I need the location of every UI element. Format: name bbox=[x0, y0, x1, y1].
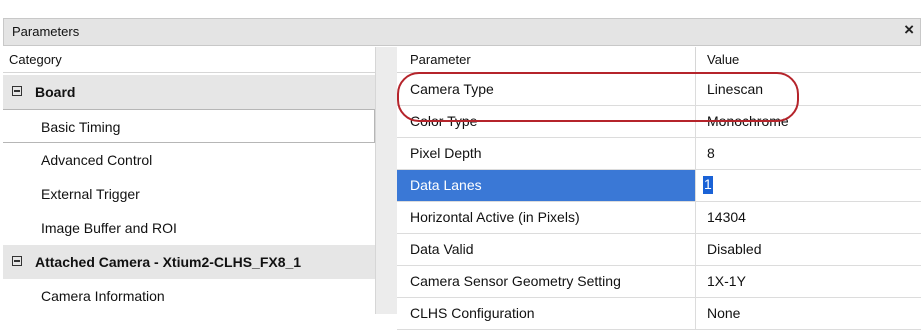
title-bar: Parameters × bbox=[3, 18, 921, 46]
value-column-header[interactable]: Value bbox=[707, 52, 739, 67]
column-divider bbox=[695, 170, 696, 202]
parameter-value[interactable]: Linescan bbox=[707, 81, 763, 97]
collapse-icon[interactable] bbox=[12, 256, 22, 266]
category-group-attached-camera[interactable]: Attached Camera - Xtium2-CLHS_FX8_1 bbox=[3, 245, 375, 279]
table-row[interactable]: CLHS Configuration None bbox=[397, 298, 921, 330]
category-label: Advanced Control bbox=[41, 152, 153, 168]
category-item-basic-timing[interactable]: Basic Timing bbox=[3, 109, 375, 143]
column-divider bbox=[695, 234, 696, 266]
value-edit-field[interactable]: 1 bbox=[703, 176, 713, 194]
column-divider bbox=[695, 138, 696, 170]
category-label: Camera Information bbox=[41, 288, 165, 304]
table-row[interactable]: Pixel Depth 8 bbox=[397, 138, 921, 170]
category-group-board[interactable]: Board bbox=[3, 75, 375, 109]
parameter-name: CLHS Configuration bbox=[410, 305, 535, 321]
category-item-external-trigger[interactable]: External Trigger bbox=[3, 177, 375, 211]
column-divider bbox=[695, 298, 696, 330]
category-item-image-buffer-roi[interactable]: Image Buffer and ROI bbox=[3, 211, 375, 245]
parameter-value[interactable]: Monochrome bbox=[707, 113, 789, 129]
collapse-icon[interactable] bbox=[12, 86, 22, 96]
category-label: External Trigger bbox=[41, 186, 140, 202]
category-item-camera-information[interactable]: Camera Information bbox=[3, 279, 375, 313]
parameter-table-header: Parameter Value bbox=[397, 47, 921, 73]
table-row[interactable]: Color Type Monochrome bbox=[397, 106, 921, 138]
parameter-name: Color Type bbox=[410, 113, 478, 129]
parameter-name: Camera Type bbox=[410, 81, 494, 97]
column-divider bbox=[695, 106, 696, 138]
parameter-value[interactable]: None bbox=[707, 305, 740, 321]
column-divider bbox=[695, 266, 696, 298]
table-row[interactable]: Camera Type Linescan bbox=[397, 74, 921, 106]
parameter-value[interactable]: Disabled bbox=[707, 241, 761, 257]
parameter-name: Data Valid bbox=[410, 241, 474, 257]
category-label: Board bbox=[35, 84, 76, 100]
table-row[interactable]: Data Valid Disabled bbox=[397, 234, 921, 266]
table-row[interactable]: Camera Sensor Geometry Setting 1X-1Y bbox=[397, 266, 921, 298]
column-divider[interactable] bbox=[695, 47, 696, 73]
panel-title: Parameters bbox=[12, 24, 80, 39]
category-column-header: Category bbox=[3, 47, 375, 73]
parameter-name: Horizontal Active (in Pixels) bbox=[410, 209, 580, 225]
parameter-name: Camera Sensor Geometry Setting bbox=[410, 273, 621, 289]
parameter-value[interactable]: 1 bbox=[704, 176, 712, 192]
category-label: Attached Camera - Xtium2-CLHS_FX8_1 bbox=[35, 254, 302, 270]
parameter-name: Pixel Depth bbox=[410, 145, 482, 161]
parameter-value[interactable]: 14304 bbox=[707, 209, 746, 225]
table-row[interactable]: Horizontal Active (in Pixels) 14304 bbox=[397, 202, 921, 234]
category-label: Image Buffer and ROI bbox=[41, 220, 177, 236]
category-item-advanced-control[interactable]: Advanced Control bbox=[3, 143, 375, 177]
parameter-value[interactable]: 8 bbox=[707, 145, 715, 161]
close-icon[interactable]: × bbox=[904, 20, 914, 40]
column-divider bbox=[695, 202, 696, 234]
panel-splitter[interactable] bbox=[375, 47, 397, 314]
category-label: Basic Timing bbox=[41, 119, 121, 135]
table-row-selected[interactable]: Data Lanes 1 bbox=[397, 170, 921, 202]
parameter-value[interactable]: 1X-1Y bbox=[707, 273, 746, 289]
column-divider bbox=[695, 74, 696, 106]
parameter-column-header[interactable]: Parameter bbox=[410, 52, 471, 67]
parameters-panel: Parameters × Category Board Basic Timing… bbox=[0, 0, 923, 330]
parameter-name: Data Lanes bbox=[410, 177, 482, 193]
category-header-label: Category bbox=[9, 52, 62, 67]
